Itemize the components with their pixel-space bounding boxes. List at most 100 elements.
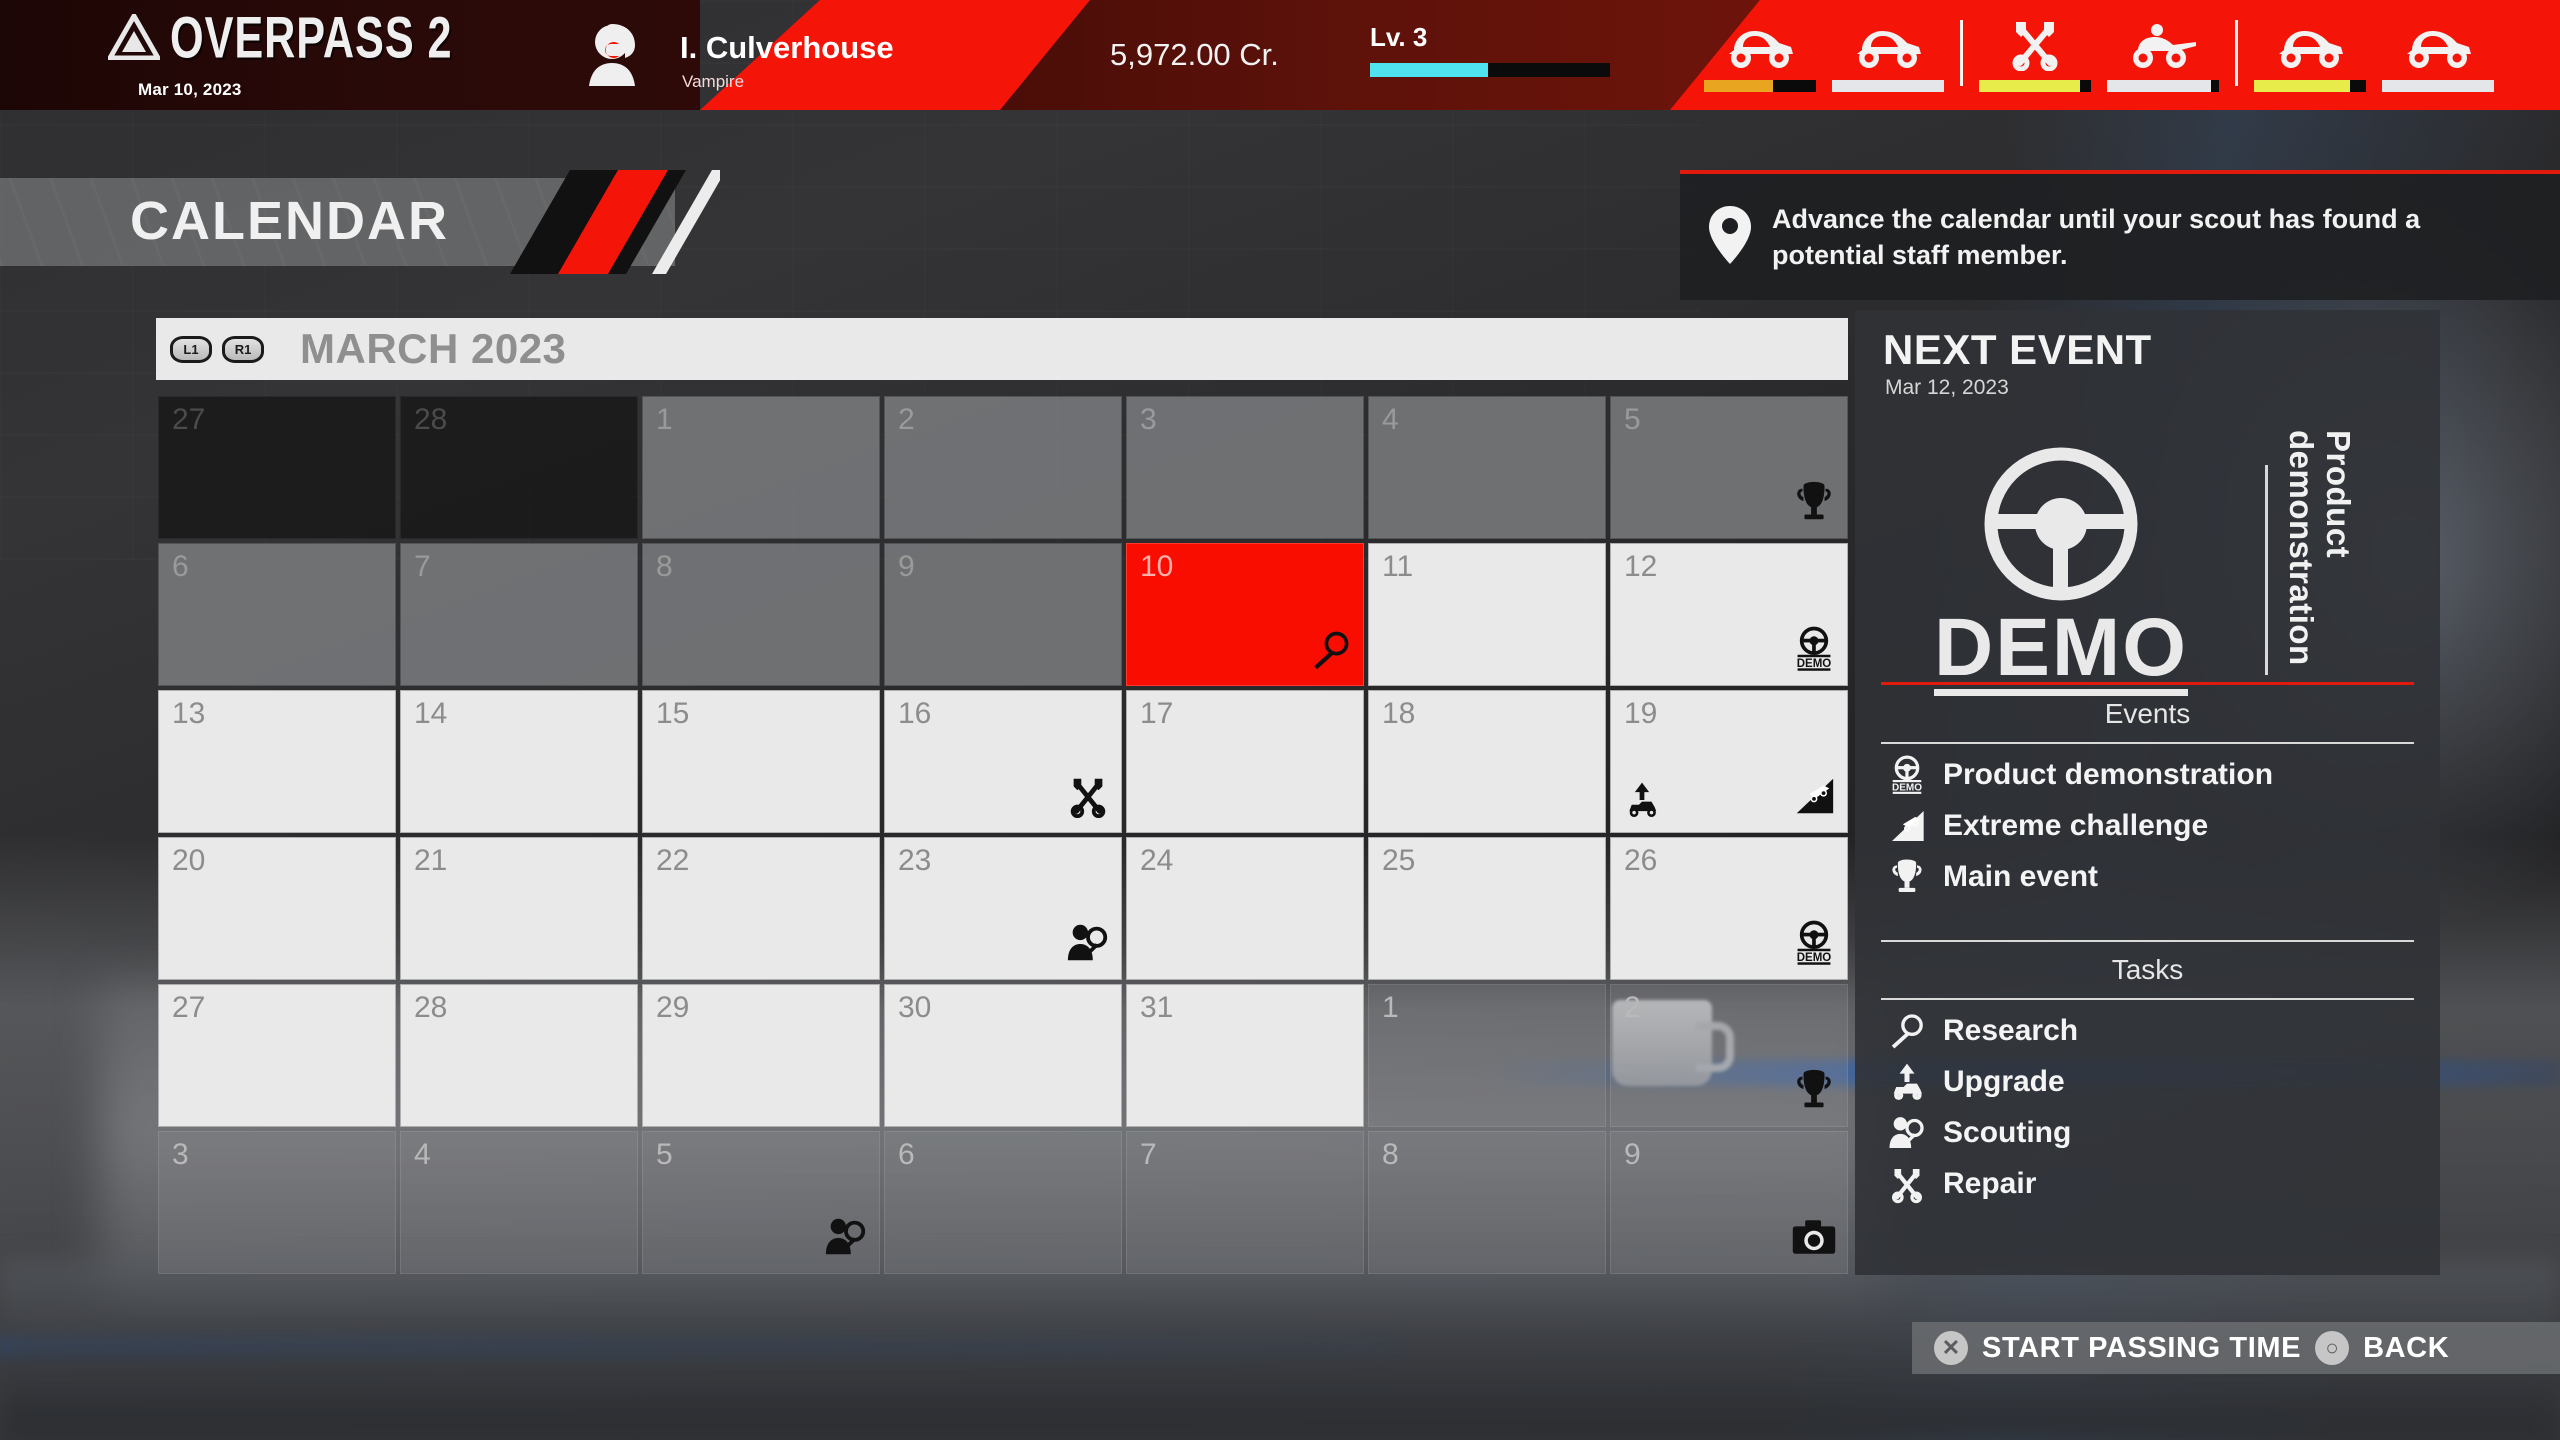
day-number: 30 <box>898 991 932 1024</box>
calendar-day-cell[interactable]: 1 <box>1368 984 1606 1127</box>
scouting-icon <box>1885 1112 1929 1154</box>
day-number: 15 <box>656 697 690 730</box>
day-number: 29 <box>656 991 690 1024</box>
day-number: 3 <box>1140 403 1157 436</box>
calendar-day-cell[interactable]: 7 <box>400 543 638 686</box>
calendar-day-cell[interactable]: 23 <box>884 837 1122 980</box>
driver-helmet-icon <box>575 18 649 92</box>
calendar-day-cell[interactable]: 16 <box>884 690 1122 833</box>
cross-button-icon[interactable]: ✕ <box>1934 1331 1968 1365</box>
calendar-day-cell[interactable]: 8 <box>642 543 880 686</box>
calendar-day-cell[interactable]: 17 <box>1126 690 1364 833</box>
legend-label: Main event <box>1943 860 2099 893</box>
credits-amount: 5,972.00 Cr. <box>1110 37 1279 72</box>
calendar-day-cell[interactable]: 6 <box>158 543 396 686</box>
calendar-day-cell[interactable]: 15 <box>642 690 880 833</box>
circle-button-icon[interactable]: ○ <box>2315 1331 2350 1365</box>
level-label: Lv. 3 <box>1370 22 1428 52</box>
day-number: 1 <box>656 403 673 436</box>
calendar-day-cell[interactable]: 21 <box>400 837 638 980</box>
calendar-day-cell[interactable]: 5 <box>1610 396 1848 539</box>
calendar-day-cell[interactable]: 11 <box>1368 543 1606 686</box>
calendar-day-cell[interactable]: 5 <box>642 1131 880 1274</box>
calendar-day-cell[interactable]: 24 <box>1126 837 1364 980</box>
legend-label: Repair <box>1943 1167 2037 1200</box>
legend-item: Main event <box>1885 856 2098 898</box>
calendar-day-cell[interactable]: 28 <box>400 984 638 1127</box>
day-number: 31 <box>1140 991 1174 1024</box>
day-number: 14 <box>414 697 448 730</box>
day-number: 27 <box>172 403 206 436</box>
vehicle-buggy-2[interactable] <box>1824 16 1952 92</box>
calendar-day-cell[interactable]: 3 <box>1126 396 1364 539</box>
calendar-day-cell[interactable]: 28 <box>400 396 638 539</box>
trophy-icon <box>1791 1067 1837 1118</box>
calendar-day-cell[interactable]: 20 <box>158 837 396 980</box>
day-number: 4 <box>1382 403 1399 436</box>
calendar-day-cell[interactable]: 9 <box>884 543 1122 686</box>
calendar-day-cell[interactable]: 2 <box>1610 984 1848 1127</box>
prev-month-bumper[interactable]: L1 <box>170 335 212 363</box>
calendar-day-cell[interactable]: 30 <box>884 984 1122 1127</box>
events-rule <box>1881 742 2414 744</box>
vehicle-condition-bar <box>2107 80 2219 92</box>
next-event-panel: NEXT EVENT Mar 12, 2023 DEMO Product dem… <box>1855 310 2440 1275</box>
calendar-day-cell[interactable]: 27 <box>158 396 396 539</box>
calendar-day-cell[interactable]: 14 <box>400 690 638 833</box>
calendar-day-cell[interactable]: 13 <box>158 690 396 833</box>
vehicle-condition-bar <box>1979 80 2091 92</box>
day-number: 9 <box>898 550 915 583</box>
day-number: 28 <box>414 403 448 436</box>
start-passing-time-button[interactable]: START PASSING TIME <box>1982 1332 2301 1365</box>
vehicle-status-group <box>1696 16 2502 92</box>
calendar-grid: 27 28 1 2 3 4 5 6 7 8 9 10 11 12 DEMO 13 14 15 16 17 18 19 20 2… <box>156 394 1848 1276</box>
demo-steering-wheel-icon: DEMO <box>1791 920 1837 971</box>
back-button[interactable]: BACK <box>2363 1332 2449 1365</box>
day-number: 27 <box>172 991 206 1024</box>
calendar-day-cell[interactable]: 22 <box>642 837 880 980</box>
calendar-day-cell[interactable]: 12 DEMO <box>1610 543 1848 686</box>
calendar-day-cell[interactable]: 8 <box>1368 1131 1606 1274</box>
calendar-day-cell[interactable]: 10 <box>1126 543 1364 686</box>
vehicle-repair[interactable] <box>1971 16 2099 92</box>
extreme-challenge-icon <box>1791 773 1837 824</box>
buggy-icon <box>2271 16 2349 74</box>
calendar-day-cell[interactable]: 7 <box>1126 1131 1364 1274</box>
legend-label: Product demonstration <box>1943 758 2274 791</box>
calendar-day-cell[interactable]: 18 <box>1368 690 1606 833</box>
legend-label: Scouting <box>1943 1116 2072 1149</box>
calendar-day-cell[interactable]: 4 <box>1368 396 1606 539</box>
day-number: 11 <box>1382 550 1414 583</box>
calendar-day-cell[interactable]: 6 <box>884 1131 1122 1274</box>
steering-wheel-icon <box>1981 444 2141 609</box>
calendar-day-cell[interactable]: 26 DEMO <box>1610 837 1848 980</box>
footer-button-bar: ✕ START PASSING TIME ○ BACK <box>1912 1322 2560 1374</box>
calendar-day-cell[interactable]: 4 <box>400 1131 638 1274</box>
player-team: Vampire <box>682 72 745 91</box>
calendar-day-cell[interactable]: 1 <box>642 396 880 539</box>
next-month-bumper[interactable]: R1 <box>222 335 264 363</box>
day-number: 24 <box>1140 844 1174 877</box>
tasks-heading: Tasks <box>2111 954 2184 985</box>
vehicle-buggy-3[interactable] <box>2246 16 2374 92</box>
vehicle-buggy-1[interactable] <box>1696 16 1824 92</box>
calendar-day-cell[interactable]: 9 <box>1610 1131 1848 1274</box>
day-number: 5 <box>1624 403 1641 436</box>
day-number: 16 <box>898 697 932 730</box>
research-magnifier-icon <box>1309 628 1353 677</box>
vehicle-condition-bar <box>2254 80 2366 92</box>
calendar-day-cell[interactable]: 27 <box>158 984 396 1127</box>
legend-item: Repair <box>1885 1163 2036 1205</box>
calendar-day-cell[interactable]: 2 <box>884 396 1122 539</box>
calendar-day-cell[interactable]: 31 <box>1126 984 1364 1127</box>
calendar-day-cell[interactable]: 19 <box>1610 690 1848 833</box>
trophy-icon <box>1885 856 1929 898</box>
vehicle-quad[interactable] <box>2099 16 2227 92</box>
calendar-day-cell[interactable]: 25 <box>1368 837 1606 980</box>
vehicle-buggy-4[interactable] <box>2374 16 2502 92</box>
research-magnifier-icon <box>1885 1010 1929 1052</box>
vehicle-condition-bar <box>1704 80 1816 92</box>
calendar-day-cell[interactable]: 29 <box>642 984 880 1127</box>
calendar-day-cell[interactable]: 3 <box>158 1131 396 1274</box>
day-number: 19 <box>1624 697 1658 730</box>
